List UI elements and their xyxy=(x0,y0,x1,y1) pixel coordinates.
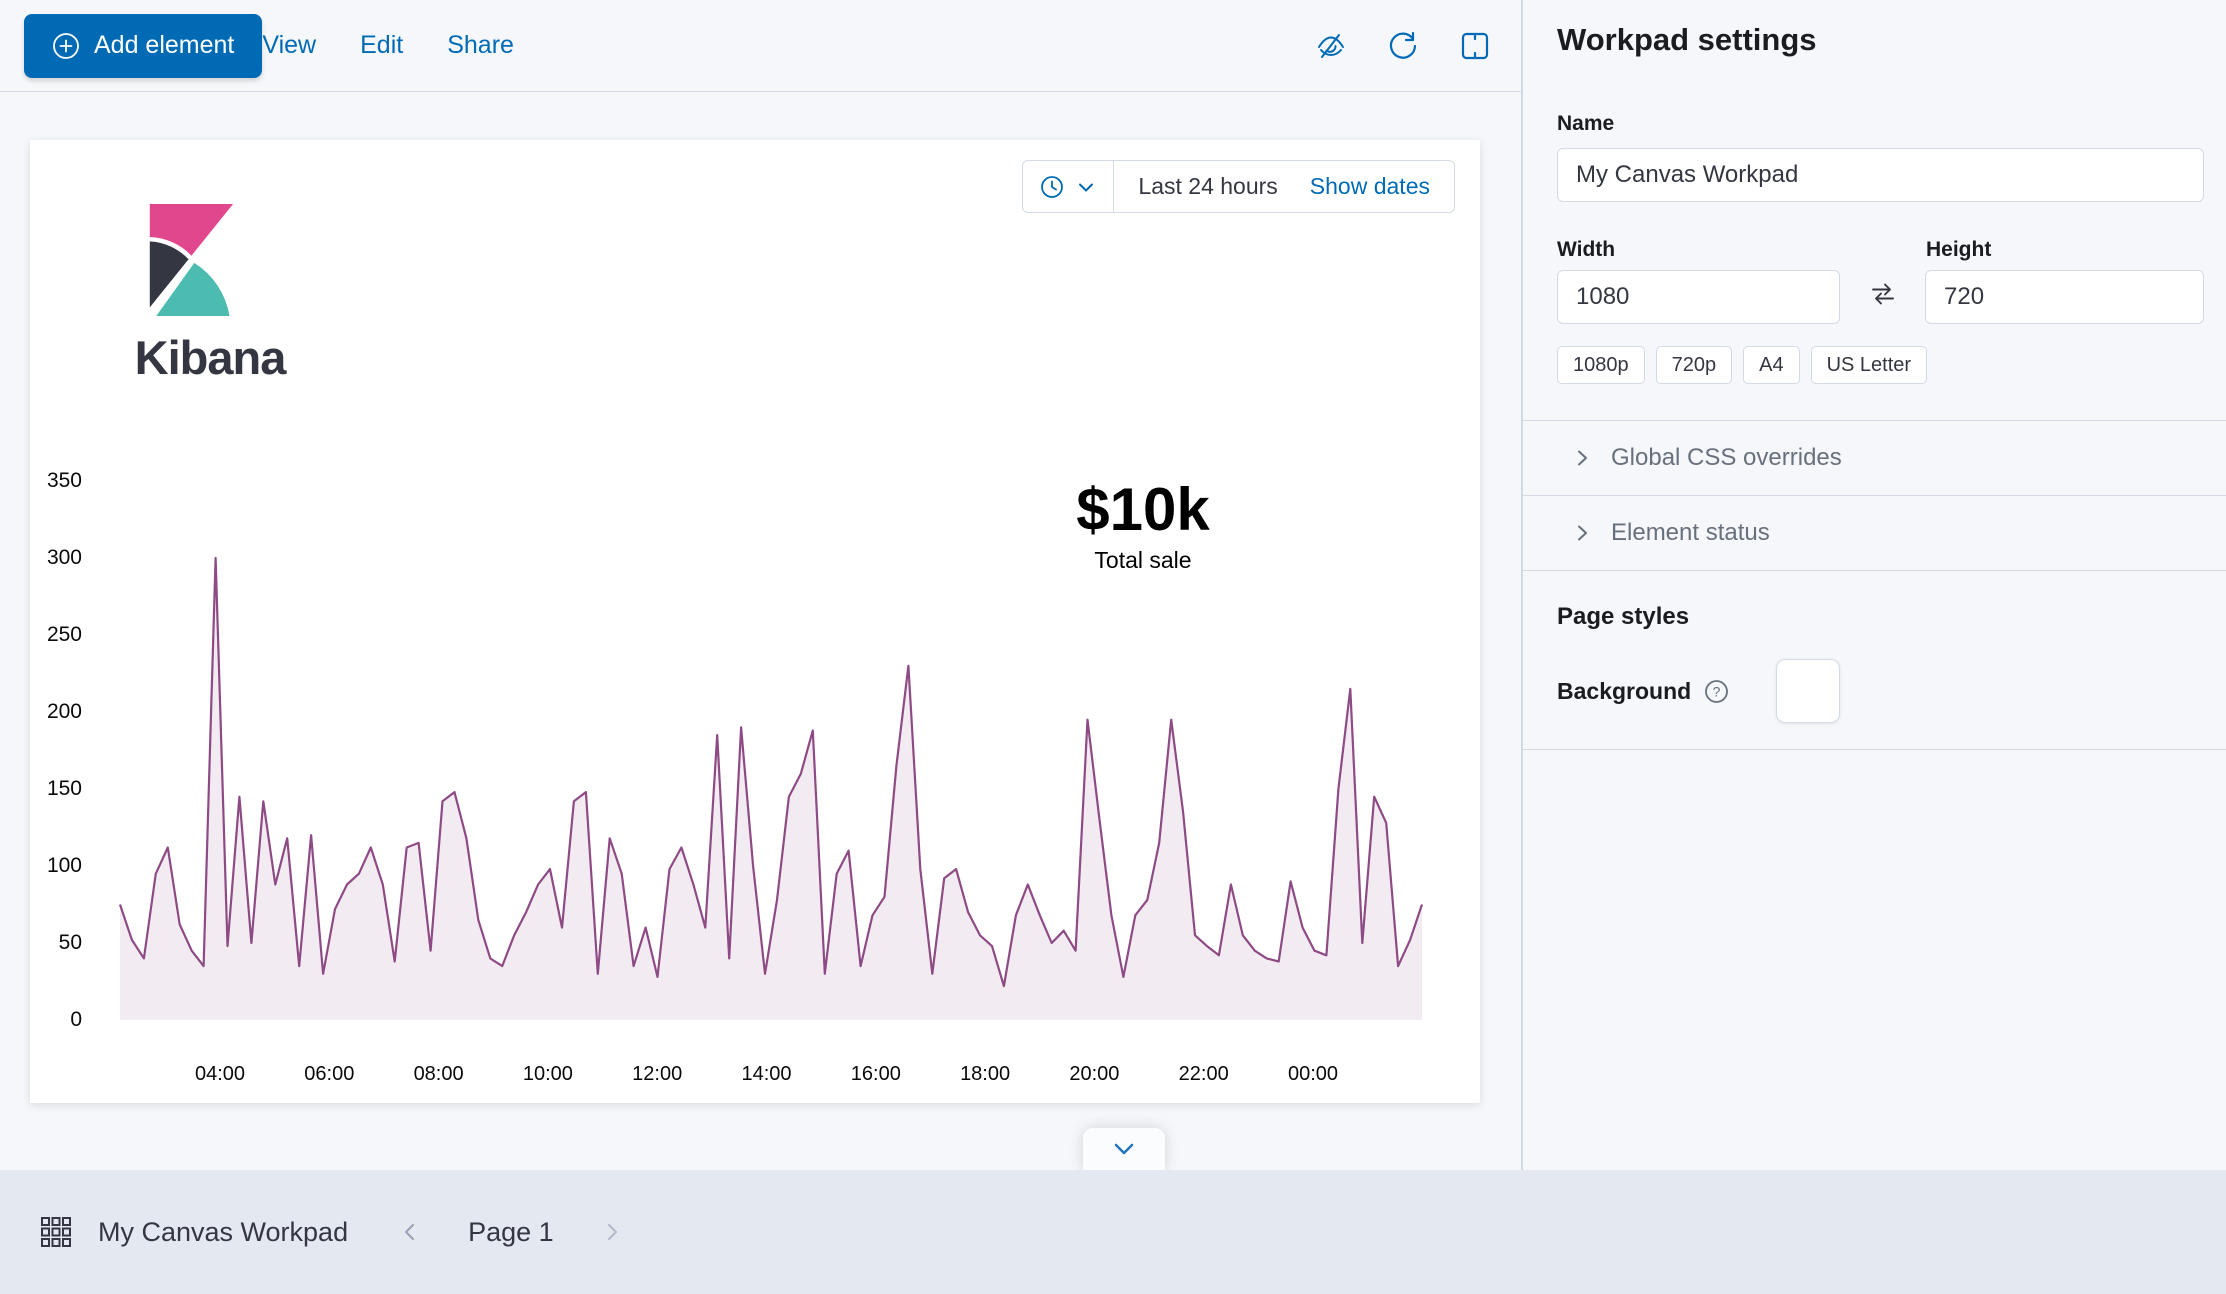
top-toolbar: Add element View Edit Share xyxy=(0,0,1521,92)
menu-share[interactable]: Share xyxy=(447,31,514,60)
height-label: Height xyxy=(1926,238,1991,262)
y-tick-label: 200 xyxy=(30,699,82,725)
next-page-chevron-icon[interactable] xyxy=(596,1216,628,1248)
y-tick-label: 250 xyxy=(30,622,82,648)
toolbar-right-icons xyxy=(1309,24,1497,68)
previous-page-chevron-icon[interactable] xyxy=(394,1216,426,1248)
add-element-button[interactable]: Add element xyxy=(24,14,262,78)
element-status-accordion[interactable]: Element status xyxy=(1557,496,2204,570)
preset-us-letter-button[interactable]: US Letter xyxy=(1811,346,1927,384)
canvas-workspace: Kibana xyxy=(0,92,1521,1170)
preset-720p-button[interactable]: 720p xyxy=(1656,346,1733,384)
chevron-right-icon xyxy=(1571,447,1593,469)
background-setting-row: Background ? xyxy=(1557,659,2204,723)
expression-tray-toggle[interactable] xyxy=(1083,1128,1165,1170)
x-tick-label: 16:00 xyxy=(831,1061,921,1087)
fullscreen-icon[interactable] xyxy=(1453,24,1497,68)
time-filter-main[interactable]: Last 24 hours Show dates xyxy=(1114,161,1454,212)
y-tick-label: 50 xyxy=(30,930,82,956)
x-tick-label: 10:00 xyxy=(503,1061,593,1087)
menu-view[interactable]: View xyxy=(262,31,316,60)
background-color-swatch[interactable] xyxy=(1776,659,1840,723)
clock-icon xyxy=(1039,174,1065,200)
height-input[interactable] xyxy=(1925,270,2204,324)
x-tick-label: 12:00 xyxy=(612,1061,702,1087)
divider xyxy=(1523,570,2226,571)
kibana-logo-element[interactable]: Kibana xyxy=(90,200,330,400)
preset-1080p-button[interactable]: 1080p xyxy=(1557,346,1645,384)
x-tick-label: 18:00 xyxy=(940,1061,1030,1087)
y-tick-label: 350 xyxy=(30,468,82,494)
y-tick-label: 300 xyxy=(30,545,82,571)
sidebar-title: Workpad settings xyxy=(1557,22,2204,58)
x-tick-label: 08:00 xyxy=(394,1061,484,1087)
grid-icon xyxy=(40,1216,72,1248)
chevron-right-icon xyxy=(1571,522,1593,544)
chevron-down-icon xyxy=(1108,1133,1140,1165)
element-status-label: Element status xyxy=(1611,519,1770,547)
x-tick-label: 04:00 xyxy=(175,1061,265,1087)
name-label: Name xyxy=(1557,112,2204,136)
page-styles-title: Page styles xyxy=(1557,603,2204,631)
chart-plot xyxy=(120,481,1422,1020)
time-quick-select[interactable] xyxy=(1023,161,1114,212)
global-css-accordion[interactable]: Global CSS overrides xyxy=(1557,421,2204,495)
swap-dimensions-icon[interactable] xyxy=(1868,279,1898,309)
help-icon[interactable]: ? xyxy=(1703,678,1730,705)
divider xyxy=(1523,749,2226,750)
chart-area-fill xyxy=(120,558,1422,1020)
width-label: Width xyxy=(1557,238,1840,262)
workpad-manager-button[interactable]: My Canvas Workpad xyxy=(40,1216,348,1248)
canvas-app: Add element View Edit Share xyxy=(0,0,2226,1294)
x-tick-label: 06:00 xyxy=(284,1061,374,1087)
preset-a4-button[interactable]: A4 xyxy=(1743,346,1799,384)
workpad-settings-panel: Workpad settings Name Width Height 1080p xyxy=(1523,0,2226,1170)
kibana-logo-icon xyxy=(146,204,234,316)
sales-area-chart[interactable]: 0 50 100 150 200 250 300 350 04:00 06:00 08:00 10:… xyxy=(30,410,1480,1100)
x-tick-label: 20:00 xyxy=(1049,1061,1139,1087)
size-presets: 1080p 720p A4 US Letter xyxy=(1557,346,2204,384)
y-tick-label: 150 xyxy=(30,776,82,802)
workpad-page: Kibana xyxy=(30,140,1480,1103)
show-dates-link[interactable]: Show dates xyxy=(1310,173,1430,200)
menu-edit[interactable]: Edit xyxy=(360,31,403,60)
global-css-label: Global CSS overrides xyxy=(1611,444,1842,472)
x-tick-label: 00:00 xyxy=(1268,1061,1358,1087)
footer-workpad-name: My Canvas Workpad xyxy=(98,1217,348,1248)
kibana-logo-text: Kibana xyxy=(94,330,326,385)
add-element-label: Add element xyxy=(94,31,234,60)
refresh-icon[interactable] xyxy=(1381,24,1425,68)
time-filter[interactable]: Last 24 hours Show dates xyxy=(1022,160,1455,213)
page-pager: Page 1 xyxy=(394,1216,628,1248)
x-tick-label: 22:00 xyxy=(1159,1061,1249,1087)
workpad-name-input[interactable] xyxy=(1557,148,2204,202)
y-tick-label: 0 xyxy=(30,1007,82,1033)
width-input[interactable] xyxy=(1557,270,1840,324)
x-tick-label: 14:00 xyxy=(722,1061,812,1087)
y-tick-label: 100 xyxy=(30,853,82,879)
plus-circle-icon xyxy=(52,32,80,60)
current-page-label: Page 1 xyxy=(468,1217,554,1248)
time-filter-duration: Last 24 hours xyxy=(1138,173,1277,200)
footer-bar: My Canvas Workpad Page 1 xyxy=(0,1170,2226,1294)
hide-toolbars-icon[interactable] xyxy=(1309,24,1353,68)
chevron-down-icon xyxy=(1075,176,1097,198)
svg-text:?: ? xyxy=(1713,683,1721,699)
background-label: Background xyxy=(1557,678,1691,705)
